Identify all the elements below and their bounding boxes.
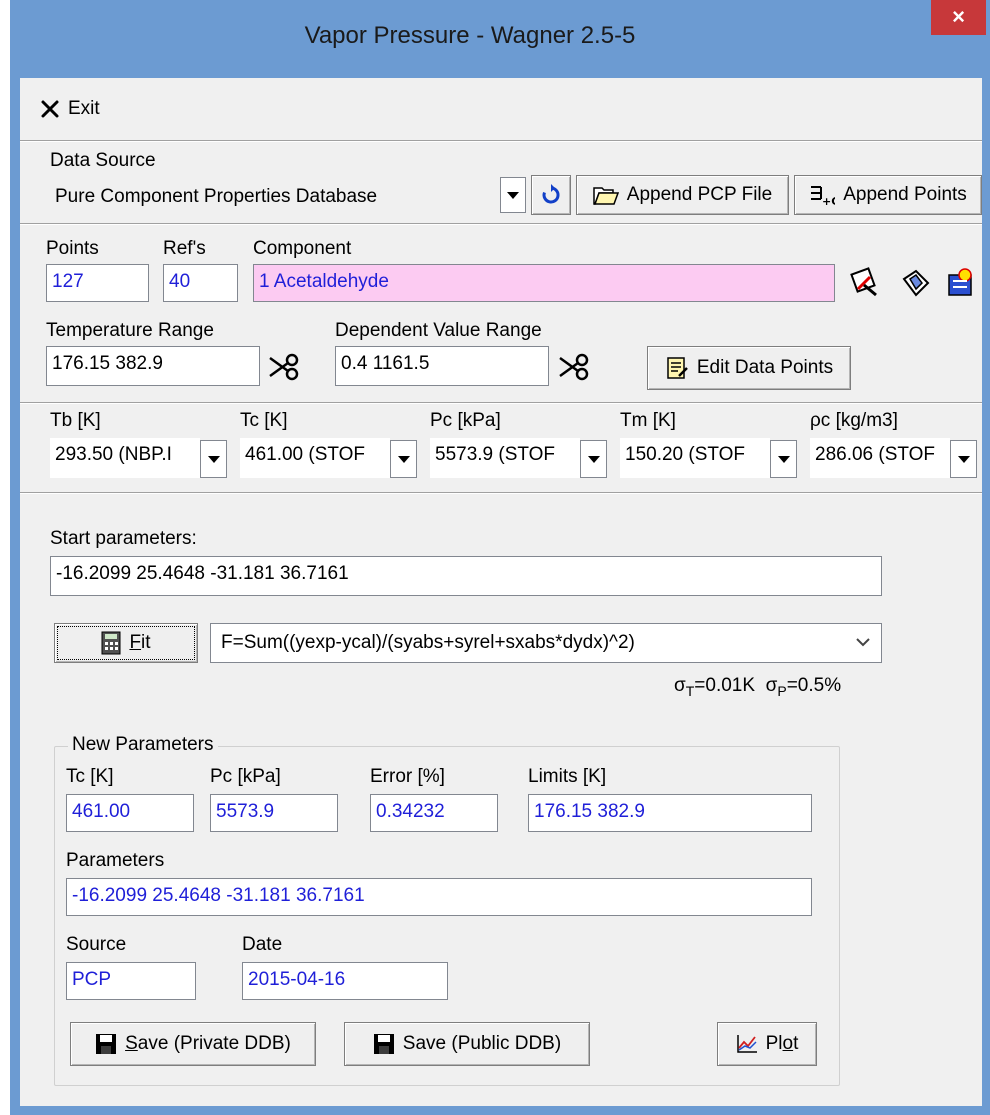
rhoc-select[interactable]: 286.06 (STOF	[810, 438, 950, 478]
tm-select[interactable]: 150.20 (STOF	[620, 438, 770, 478]
error-field[interactable]: 0.34232	[370, 794, 498, 832]
save-icon	[96, 1034, 117, 1054]
close-icon: ×	[952, 4, 965, 29]
edit-data-points-label: Edit Data Points	[696, 357, 834, 378]
save-icon	[373, 1034, 394, 1054]
scissors-icon[interactable]	[268, 352, 300, 382]
tb-dropdown-button[interactable]	[200, 440, 227, 478]
chevron-down-icon	[397, 455, 410, 463]
refs-field[interactable]: 40	[163, 264, 238, 302]
save-private-ddb-button[interactable]: Save (Private DDB)	[70, 1022, 316, 1066]
plot-label: Plot	[765, 1033, 799, 1054]
data-source-dropdown-button[interactable]	[500, 177, 526, 213]
append-points-icon: +C	[811, 186, 835, 206]
save-public-ddb-label: Save (Public DDB)	[402, 1033, 562, 1054]
limits-label: Limits [K]	[528, 766, 607, 787]
sigma-label: σT=0.01K σP=0.5%	[674, 675, 842, 699]
tm-label: Tm [K]	[620, 410, 676, 431]
chart-icon	[736, 1035, 757, 1053]
save-private-ddb-label: Save (Private DDB)	[125, 1033, 291, 1054]
pc-label: Pc [kPa]	[430, 410, 501, 431]
edit-data-points-icon	[667, 357, 688, 379]
plot-button[interactable]: Plot	[717, 1022, 817, 1066]
chevron-down-icon	[777, 455, 790, 463]
rhoc-dropdown-button[interactable]	[950, 440, 977, 478]
objective-function-select[interactable]: F=Sum((yexp-ycal)/(syabs+syrel+sxabs*dyd…	[210, 623, 882, 663]
component-search-icon[interactable]	[850, 267, 882, 299]
refresh-button[interactable]	[531, 175, 571, 215]
fit-button[interactable]: Fit	[54, 623, 198, 663]
append-pcp-file-label: Append PCP File	[626, 184, 773, 205]
exit-label: Exit	[68, 98, 100, 119]
component-field[interactable]: 1 Acetaldehyde	[253, 264, 835, 302]
open-folder-icon	[593, 187, 619, 205]
chevron-down-icon	[587, 455, 600, 463]
dependent-range-field[interactable]: 0.4 1161.5	[335, 346, 549, 386]
start-parameters-label: Start parameters:	[50, 528, 197, 549]
close-button[interactable]: ×	[931, 0, 986, 35]
date-label: Date	[242, 934, 283, 955]
append-points-label: Append Points	[843, 184, 967, 205]
tc-label: Tc [K]	[240, 410, 288, 431]
svg-text:+C: +C	[822, 195, 835, 206]
points-label: Points	[46, 238, 99, 259]
new-tc-label: Tc [K]	[66, 766, 114, 787]
data-source-label: Data Source	[50, 150, 156, 171]
tb-label: Tb [K]	[50, 410, 101, 431]
error-label: Error [%]	[370, 766, 445, 787]
chevron-down-icon	[507, 191, 519, 199]
pc-dropdown-button[interactable]	[580, 440, 607, 478]
points-field[interactable]: 127	[46, 264, 149, 302]
data-source-select[interactable]: Pure Component Properties Database	[50, 177, 498, 215]
save-public-ddb-button[interactable]: Save (Public DDB)	[344, 1022, 590, 1066]
new-pc-label: Pc [kPa]	[210, 766, 281, 787]
date-field[interactable]: 2015-04-16	[242, 962, 448, 1000]
component-label: Component	[253, 238, 352, 259]
pc-select[interactable]: 5573.9 (STOF	[430, 438, 580, 478]
client-area: Exit Data Source Pure Component Properti…	[20, 78, 982, 1106]
tb-select[interactable]: 293.50 (NBP.I	[50, 438, 200, 478]
component-tag-icon[interactable]	[900, 267, 932, 299]
app-window: Vapor Pressure - Wagner 2.5-5 × Exit Dat…	[10, 0, 990, 1115]
new-tc-field[interactable]: 461.00	[66, 794, 194, 832]
rhoc-label: ρc [kg/m3]	[810, 410, 898, 431]
tc-select[interactable]: 461.00 (STOF	[240, 438, 390, 478]
parameters-label: Parameters	[66, 850, 165, 871]
chevron-down-icon[interactable]	[855, 636, 871, 648]
scissors-icon[interactable]	[558, 352, 590, 382]
chevron-down-icon	[207, 455, 220, 463]
refs-label: Ref's	[163, 238, 206, 259]
limits-field[interactable]: 176.15 382.9	[528, 794, 812, 832]
start-parameters-field[interactable]: -16.2099 25.4648 -31.181 36.7161	[50, 556, 882, 596]
exit-button[interactable]: Exit	[40, 92, 128, 126]
tc-dropdown-button[interactable]	[390, 440, 417, 478]
chevron-down-icon	[957, 455, 970, 463]
tm-dropdown-button[interactable]	[770, 440, 797, 478]
new-parameters-group-title: New Parameters	[68, 734, 218, 756]
fit-label: Fit	[129, 632, 151, 653]
append-pcp-file-button[interactable]: Append PCP File	[576, 175, 789, 215]
parameters-field[interactable]: -16.2099 25.4648 -31.181 36.7161	[66, 878, 812, 916]
temperature-range-field[interactable]: 176.15 382.9	[46, 346, 260, 386]
title-bar[interactable]: Vapor Pressure - Wagner 2.5-5 ×	[10, 0, 990, 78]
close-x-icon	[41, 100, 59, 118]
source-field[interactable]: PCP	[66, 962, 196, 1000]
source-label: Source	[66, 934, 127, 955]
window-title: Vapor Pressure - Wagner 2.5-5	[304, 22, 636, 49]
append-points-button[interactable]: +C Append Points	[794, 175, 982, 215]
edit-data-points-button[interactable]: Edit Data Points	[647, 346, 851, 390]
component-structure-icon[interactable]	[945, 267, 977, 299]
new-pc-field[interactable]: 5573.9	[210, 794, 338, 832]
calculator-icon	[101, 631, 121, 655]
temperature-range-label: Temperature Range	[46, 320, 214, 341]
dependent-range-label: Dependent Value Range	[335, 320, 542, 341]
refresh-icon	[542, 184, 560, 204]
